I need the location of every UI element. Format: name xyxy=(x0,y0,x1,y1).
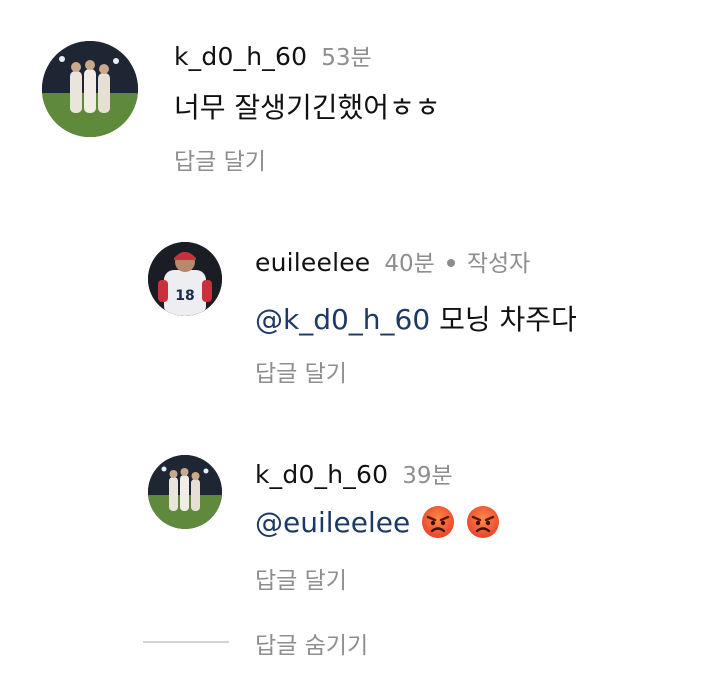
avatar[interactable] xyxy=(148,455,222,529)
reply-button[interactable]: 답글 달기 xyxy=(255,561,347,595)
angry-face-emoji-icon xyxy=(422,506,455,538)
svg-text:18: 18 xyxy=(175,288,194,304)
reply-button[interactable]: 답글 달기 xyxy=(174,142,266,176)
comment-text: @k_d0_h_60 모닝 차주다 xyxy=(255,298,577,338)
author-badge: 작성자 xyxy=(466,251,531,277)
team-photo-avatar-icon xyxy=(42,41,138,137)
comment-meta: k_d0_h_60 53분 xyxy=(174,38,372,72)
comment-text: @euileelee xyxy=(255,505,500,539)
baseball-player-avatar-icon: 18 xyxy=(148,242,222,316)
timestamp: 40분 xyxy=(384,251,435,277)
comment-text: 너무 잘생기긴했어ㅎㅎ xyxy=(174,91,441,124)
username[interactable]: euileelee xyxy=(255,248,370,277)
separator-dot xyxy=(446,259,455,267)
username[interactable]: k_d0_h_60 xyxy=(255,460,388,489)
team-photo-avatar-icon xyxy=(148,455,222,529)
timestamp: 39분 xyxy=(402,463,453,489)
timestamp: 53분 xyxy=(321,45,372,71)
comment-text-content: 모닝 차주다 xyxy=(439,303,577,336)
mention-link[interactable]: @k_d0_h_60 xyxy=(255,303,430,336)
username[interactable]: k_d0_h_60 xyxy=(174,42,307,71)
avatar[interactable] xyxy=(42,41,138,137)
hide-replies-divider xyxy=(143,641,229,643)
reply-button[interactable]: 답글 달기 xyxy=(255,354,347,388)
avatar[interactable]: 18 xyxy=(148,242,222,316)
mention-link[interactable]: @euileelee xyxy=(255,506,410,539)
comment-meta: k_d0_h_60 39분 xyxy=(255,456,453,490)
hide-replies-button[interactable]: 답글 숨기기 xyxy=(255,626,368,660)
angry-face-emoji-icon xyxy=(467,506,500,538)
comment-meta: euileelee 40분 작성자 xyxy=(255,244,530,278)
